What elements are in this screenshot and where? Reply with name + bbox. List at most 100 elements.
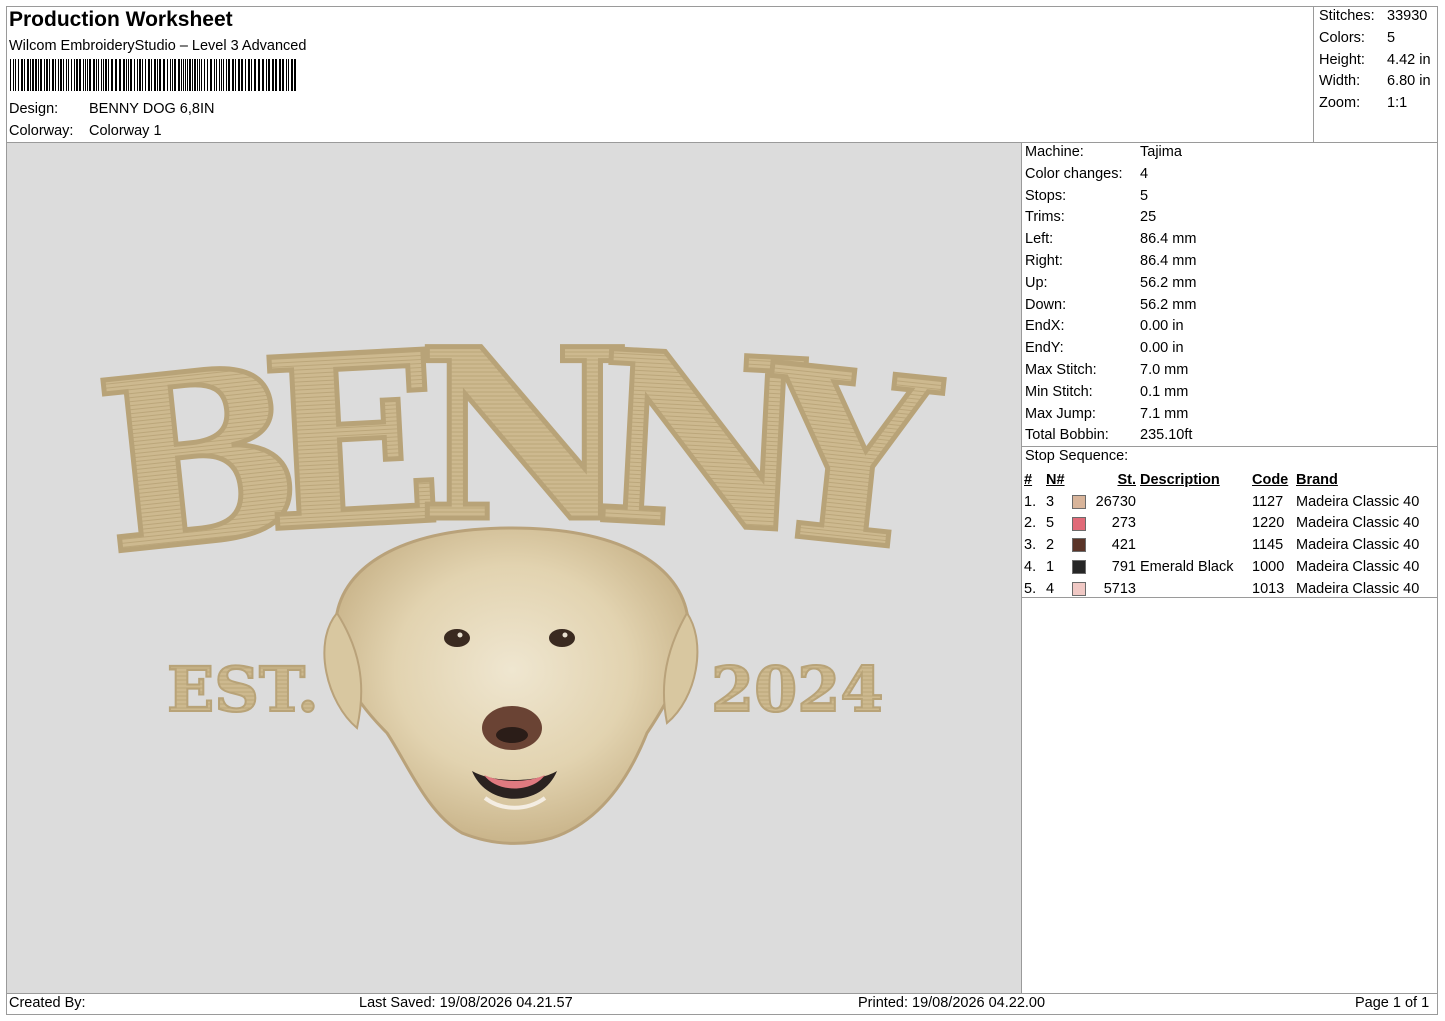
stop-code: 1220 (1252, 515, 1285, 532)
stop-color-swatch (1070, 513, 1090, 535)
machine-info-label: Right: (1025, 253, 1063, 269)
machine-info-value: 0.00 in (1140, 340, 1184, 357)
stop-row: 2. 5 273 1220 Madeira Classic 40 (1022, 513, 1421, 535)
stop-description (1138, 578, 1250, 600)
machine-info-label: EndY: (1025, 340, 1064, 357)
machine-info-value: 56.2 mm (1140, 296, 1197, 313)
footer-divider (6, 993, 1438, 994)
machine-info-value: 0.1 mm (1140, 383, 1189, 400)
col-index: # (1024, 471, 1033, 488)
machine-info-label: Stops: (1025, 187, 1067, 204)
thread-color-swatch (1072, 582, 1086, 597)
barcode (10, 59, 296, 91)
stop-stitches: 5713 (1103, 580, 1136, 597)
letter-y: Y (748, 313, 949, 606)
stop-brand: Madeira Classic 40 (1296, 515, 1420, 532)
summary-value: 33930 (1387, 8, 1428, 24)
embroidery-preview: B E N N Y EST. 2024 (84, 296, 952, 845)
design-info: Design: BENNY DOG 6,8IN Colorway: Colorw… (9, 98, 409, 142)
page-number: Page 1 of 1 (1355, 995, 1430, 1011)
machine-info-label: Trims: (1025, 209, 1065, 226)
summary-value: 6.80 in (1387, 73, 1431, 90)
summary-label: Height: (1319, 51, 1365, 68)
machine-info-value: 56.2 mm (1140, 274, 1197, 291)
machine-info-value: 4 (1140, 165, 1149, 182)
est-label: EST. (167, 653, 319, 726)
stop-index: 3. (1024, 537, 1037, 554)
machine-info-label: Color changes: (1025, 165, 1123, 182)
stop-code: 1000 (1252, 559, 1285, 576)
summary-value: 1:1 (1387, 95, 1408, 112)
colorway-value: Colorway 1 (89, 123, 162, 139)
design-preview: B E N N Y EST. 2024 (7, 143, 1021, 993)
stop-needle: 2 (1046, 537, 1055, 554)
design-value: BENNY DOG 6,8IN (89, 101, 215, 117)
page-title: Production Worksheet (9, 8, 233, 31)
year-label: 2024 (711, 653, 884, 726)
stop-needle: 3 (1046, 493, 1055, 510)
summary-label: Colors: (1319, 29, 1365, 46)
stop-row: 5. 4 5713 1013 Madeira Classic 40 (1022, 578, 1421, 600)
machine-info-value: 86.4 mm (1140, 253, 1197, 269)
stop-index: 5. (1024, 580, 1037, 597)
summary-label: Width: (1319, 73, 1361, 90)
stop-sequence-table: # N# St. Description Code Brand 1. 3 26730… (1022, 469, 1421, 600)
stop-brand: Madeira Classic 40 (1296, 493, 1420, 510)
machine-info-label: Up: (1025, 274, 1048, 291)
stop-color-swatch (1070, 534, 1090, 556)
design-label: Design: (9, 101, 59, 117)
col-needle: N# (1046, 471, 1065, 488)
thread-color-swatch (1072, 560, 1086, 575)
machine-info-value: 235.10ft (1140, 427, 1193, 444)
stop-color-swatch (1070, 491, 1090, 513)
stop-sequence-title: Stop Sequence: (1025, 448, 1129, 464)
stop-color-swatch (1070, 578, 1090, 600)
machine-info-label: Down: (1025, 296, 1067, 313)
summary-label: Stitches: (1319, 8, 1375, 24)
machine-info-value: 7.0 mm (1140, 362, 1189, 378)
machine-info-value: 86.4 mm (1140, 231, 1197, 248)
thread-color-swatch (1072, 516, 1086, 531)
stop-stitches: 273 (1111, 515, 1136, 532)
machine-info-panel: Machine: Tajima Color changes: 4 Stops: 5 Trim… (1025, 141, 1435, 446)
machine-info-label: Machine: (1025, 144, 1084, 160)
stop-needle: 4 (1046, 580, 1055, 597)
last-saved: Last Saved: 19/08/2026 04.21.57 (359, 995, 573, 1011)
machine-info-value: 5 (1140, 187, 1149, 204)
stop-code: 1145 (1252, 537, 1284, 554)
machine-info-value: 0.00 in (1140, 318, 1184, 335)
stop-index: 2. (1024, 515, 1037, 532)
machine-info-value: 7.1 mm (1140, 405, 1189, 422)
stop-description (1138, 491, 1250, 513)
machine-info-label: Max Stitch: (1025, 362, 1097, 378)
col-code: Code (1252, 471, 1289, 488)
dog-face (323, 526, 699, 845)
stop-description (1138, 534, 1250, 556)
stop-brand: Madeira Classic 40 (1296, 537, 1420, 554)
summary-label: Zoom: (1319, 95, 1361, 112)
machine-info-label: Left: (1025, 231, 1054, 248)
stop-index: 4. (1024, 559, 1037, 576)
software-name: Wilcom EmbroideryStudio – Level 3 Advanc… (9, 38, 307, 54)
stop-brand: Madeira Classic 40 (1296, 559, 1420, 576)
machine-info-value: Tajima (1140, 144, 1182, 160)
printed-date: Printed: 19/08/2026 04.22.00 (858, 995, 1046, 1011)
stop-color-swatch (1070, 556, 1090, 578)
stop-stitches: 421 (1111, 537, 1136, 554)
stop-row: 3. 2 421 1145 Madeira Classic 40 (1022, 534, 1421, 556)
stop-needle: 5 (1046, 515, 1055, 532)
stop-needle: 1 (1046, 559, 1055, 576)
machine-info-value: 25 (1140, 209, 1157, 226)
summary-divider (1313, 6, 1314, 143)
stop-code: 1127 (1252, 493, 1284, 510)
stop-stitches: 26730 (1095, 493, 1136, 510)
stop-stitches: 791 (1111, 559, 1136, 576)
stop-row: 1. 3 26730 1127 Madeira Classic 40 (1022, 491, 1421, 513)
machine-info-label: Max Jump: (1025, 405, 1096, 422)
stop-sequence-header: # N# St. Description Code Brand (1022, 469, 1421, 491)
col-color (1070, 469, 1090, 491)
colorway-label: Colorway: (9, 123, 74, 139)
machine-info-label: EndX: (1025, 318, 1065, 335)
created-by: Created By: (9, 995, 86, 1011)
summary-value: 4.42 in (1387, 51, 1431, 68)
